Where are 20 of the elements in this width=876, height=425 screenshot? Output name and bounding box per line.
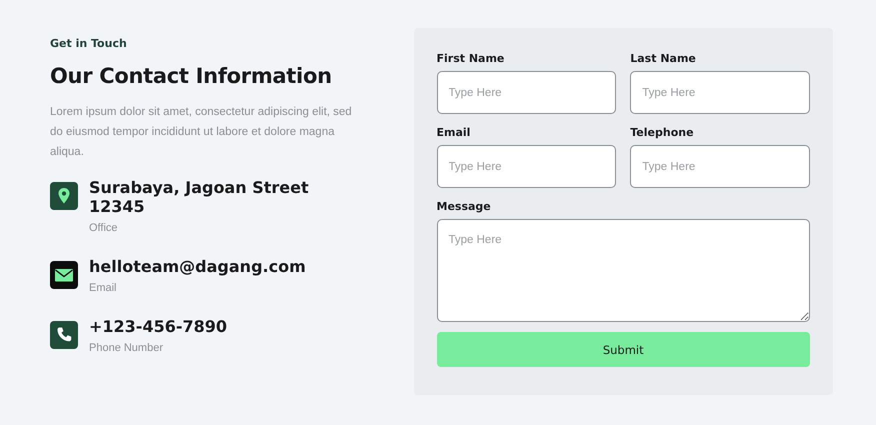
submit-button[interactable]: Submit <box>436 332 810 367</box>
contact-label: Email <box>89 282 118 294</box>
contact-label: Office <box>89 222 119 234</box>
contact-value: +123-456-7890 <box>89 317 228 336</box>
contact-label: Phone Number <box>89 342 164 354</box>
eyebrow-text: Get in Touch <box>50 37 128 50</box>
section-title: Our Contact Information <box>50 64 333 88</box>
contact-value: helloteam@dagang.com <box>89 257 306 276</box>
intro-paragraph: Lorem ipsum dolor sit amet, consectetur adipiscing elit, sed do eiusmod tempor incididunt ut labore et dolore magna aliqua. <box>50 105 353 160</box>
input-field[interactable]: Type Here <box>436 145 616 188</box>
input-field[interactable]: Type Here <box>436 71 616 114</box>
field-label: Message <box>436 200 492 213</box>
input-field[interactable]: Type Here <box>630 71 810 114</box>
field-label: Email <box>436 126 472 139</box>
message-field[interactable]: Type Here <box>436 219 810 322</box>
field-label: Telephone <box>630 126 695 139</box>
contact-value: Surabaya, Jagoan Street 12345 <box>89 178 310 216</box>
input-field[interactable]: Type Here <box>630 145 810 188</box>
field-label: Last Name <box>630 52 697 65</box>
field-label: First Name <box>436 52 506 65</box>
